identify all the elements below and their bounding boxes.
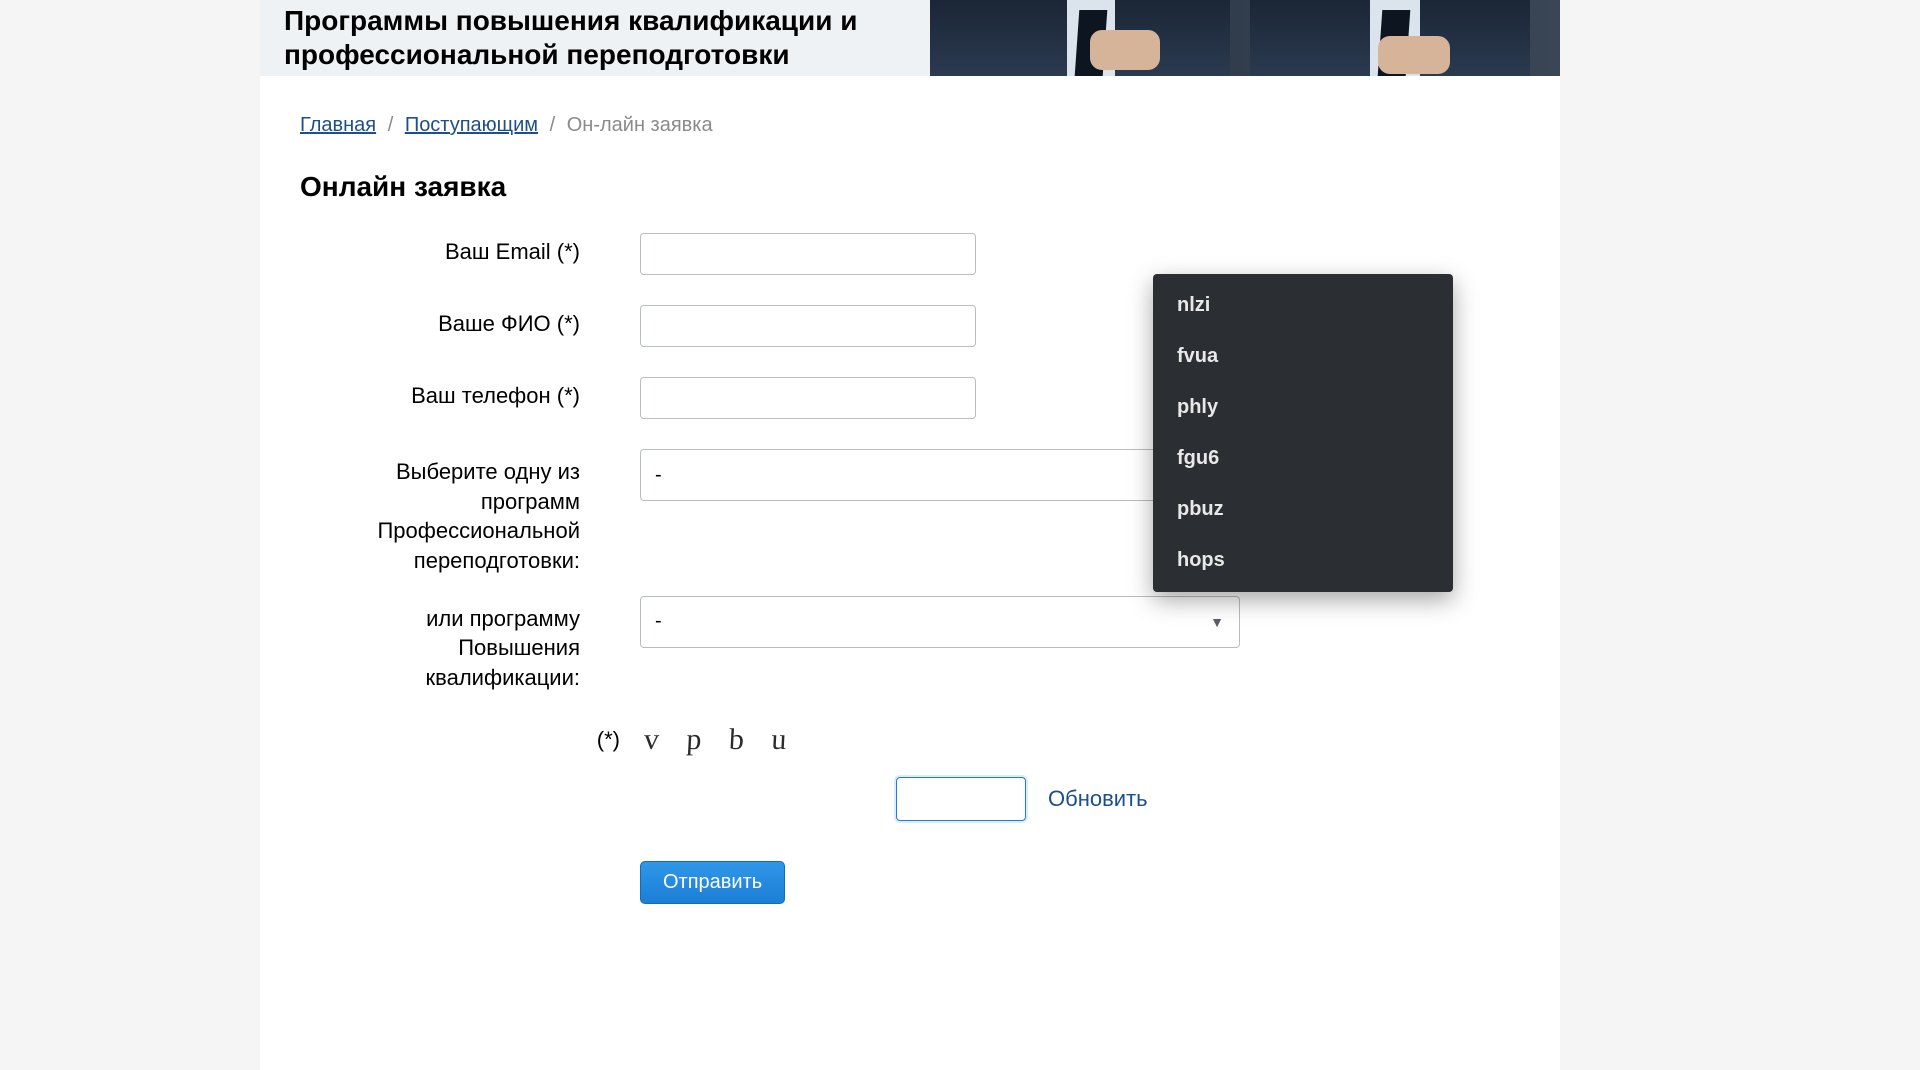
phone-label: Ваш телефон (*) bbox=[260, 377, 640, 411]
breadcrumb-home[interactable]: Главная bbox=[300, 114, 376, 136]
program1-label: Выберите одну из программ Профессиональн… bbox=[260, 449, 640, 576]
breadcrumb-applicants[interactable]: Поступающим bbox=[405, 114, 538, 136]
program2-label: или программу Повышения квалификации: bbox=[260, 596, 640, 693]
autocomplete-item[interactable]: fvua bbox=[1153, 331, 1453, 382]
autocomplete-item[interactable]: nlzi bbox=[1153, 280, 1453, 331]
breadcrumb-sep: / bbox=[382, 114, 400, 136]
autocomplete-dropdown: nlzi fvua phly fgu6 pbuz hops bbox=[1153, 274, 1453, 592]
captcha-label: (*) bbox=[260, 727, 640, 753]
autocomplete-item[interactable]: phly bbox=[1153, 382, 1453, 433]
phone-input[interactable] bbox=[640, 377, 976, 419]
captcha-input[interactable] bbox=[896, 777, 1026, 821]
email-label: Ваш Email (*) bbox=[260, 233, 640, 267]
captcha-refresh-link[interactable]: Обновить bbox=[1048, 786, 1148, 812]
breadcrumb: Главная / Поступающим / Он-лайн заявка bbox=[260, 76, 1560, 147]
banner-photo bbox=[880, 0, 1560, 76]
program1-value: - bbox=[655, 464, 662, 487]
fio-input[interactable] bbox=[640, 305, 976, 347]
chevron-down-icon: ▼ bbox=[1210, 614, 1224, 630]
breadcrumb-current: Он-лайн заявка bbox=[567, 114, 713, 136]
fio-label: Ваше ФИО (*) bbox=[260, 305, 640, 339]
captcha-image: v p b u bbox=[639, 723, 797, 757]
page-title: Онлайн заявка bbox=[260, 147, 1560, 233]
header-banner: Программы повышения квалификации и профе… bbox=[260, 0, 1560, 76]
autocomplete-item[interactable]: hops bbox=[1153, 535, 1453, 586]
program2-select[interactable]: - bbox=[640, 596, 1240, 648]
email-input[interactable] bbox=[640, 233, 976, 275]
banner-title: Программы повышения квалификации и профе… bbox=[284, 4, 924, 71]
autocomplete-item[interactable]: pbuz bbox=[1153, 484, 1453, 535]
program2-value: - bbox=[655, 610, 662, 633]
submit-button[interactable]: Отправить bbox=[640, 861, 785, 904]
breadcrumb-sep: / bbox=[544, 114, 562, 136]
program1-select[interactable]: - bbox=[640, 449, 1240, 501]
autocomplete-item[interactable]: fgu6 bbox=[1153, 433, 1453, 484]
